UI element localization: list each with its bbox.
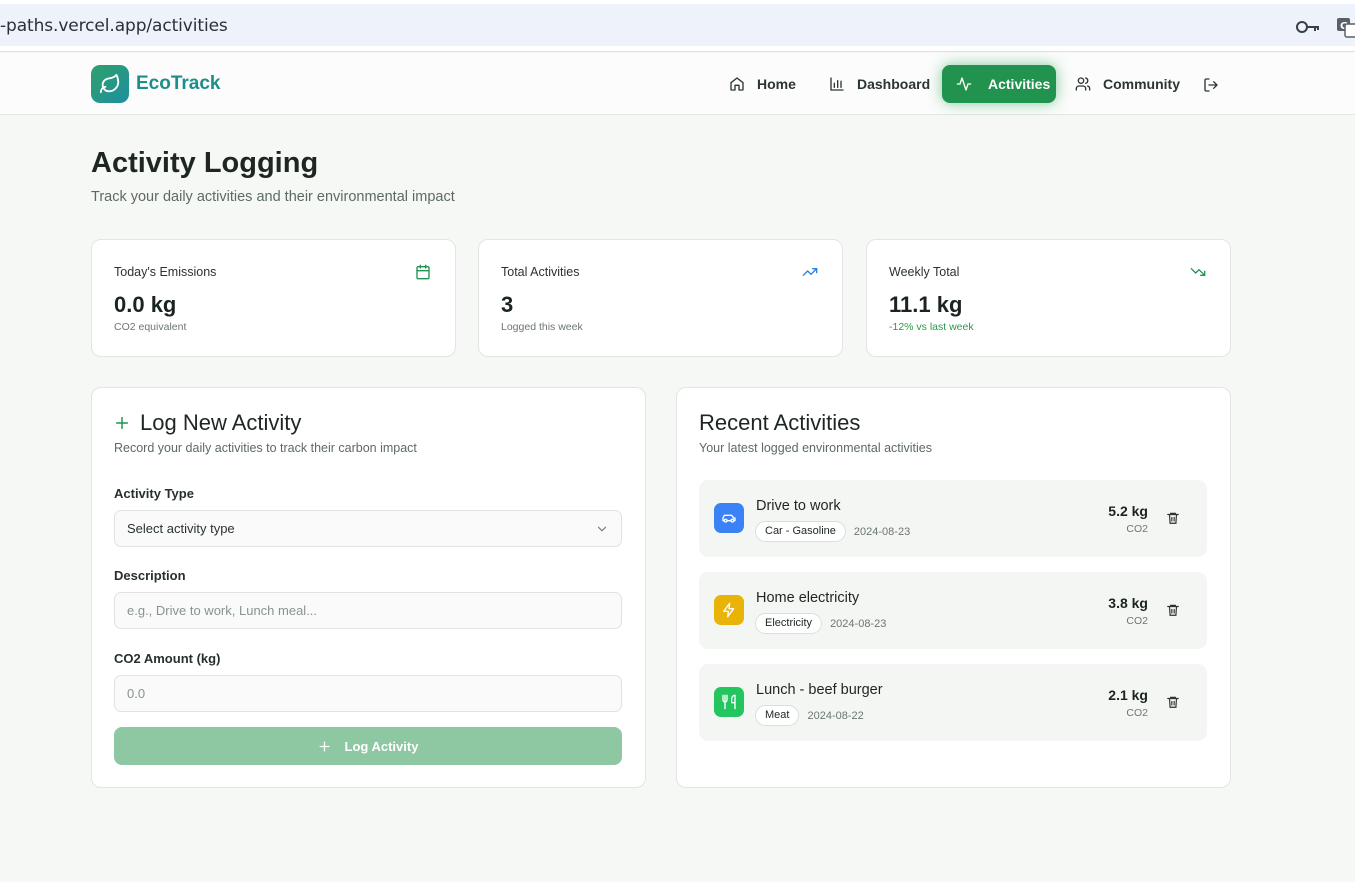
co2-amount-input[interactable] (114, 675, 622, 712)
activity-title: Home electricity (756, 590, 860, 606)
calendar-icon (416, 264, 430, 280)
trending-up-icon (802, 268, 818, 276)
chevron-down-icon (597, 526, 607, 531)
page-subtitle: Track your daily activities and their en… (91, 189, 455, 205)
panel-subtitle: Record your daily activities to track th… (114, 441, 417, 455)
stat-sub: CO2 equivalent (114, 321, 187, 333)
activity-date: 2024-08-23 (853, 525, 911, 538)
trash-icon[interactable] (1166, 510, 1180, 526)
activity-title: Lunch - beef burger (756, 682, 883, 698)
activity-unit: CO2 (1126, 707, 1148, 719)
stat-label: Weekly Total (889, 265, 960, 279)
activity-meta: Car - Gasoline 2024-08-23 (755, 521, 910, 542)
stat-card-todays-emissions: Today's Emissions 0.0 kg CO2 equivalent (91, 239, 456, 357)
description-input[interactable] (114, 592, 622, 629)
stat-sub: -12% vs last week (889, 321, 974, 333)
app-header: EcoTrack Home Dashboard Activities Commu… (0, 53, 1355, 115)
activity-title: Drive to work (756, 498, 841, 514)
activity-amount: 2.1 kg (1108, 687, 1148, 703)
log-activity-button[interactable]: Log Activity (114, 727, 622, 765)
nav-home-label: Home (757, 76, 796, 92)
activity-icon-tile (714, 687, 744, 717)
stat-card-total-activities: Total Activities 3 Logged this week (478, 239, 843, 357)
co2-amount-label: CO2 Amount (kg) (114, 651, 221, 666)
activity-amount: 5.2 kg (1108, 503, 1148, 519)
activity-tag: Car - Gasoline (755, 521, 846, 542)
logout-button[interactable] (1203, 76, 1219, 94)
address-bar[interactable]: -paths.vercel.app/activities G (0, 4, 1355, 46)
panel-title: Recent Activities (699, 410, 860, 436)
nav-community-label: Community (1103, 76, 1180, 92)
users-icon (1075, 77, 1091, 91)
plus-icon (115, 416, 129, 430)
nav-activities-label: Activities (988, 76, 1051, 92)
nav-dashboard[interactable]: Dashboard (829, 65, 930, 103)
activity-tag: Meat (755, 705, 800, 726)
lightning-icon (723, 602, 735, 618)
activity-type-label: Activity Type (114, 486, 194, 501)
panel-title: Log New Activity (114, 410, 301, 436)
logo[interactable] (91, 65, 129, 103)
activity-item: Home electricity Electricity 2024-08-23 … (699, 572, 1207, 649)
stat-value: 11.1 kg (889, 292, 963, 317)
translate-icon[interactable]: G (1336, 16, 1355, 38)
leaf-icon (99, 73, 120, 94)
stat-card-weekly-total: Weekly Total 11.1 kg -12% vs last week (866, 239, 1231, 357)
stat-value: 0.0 kg (114, 292, 177, 317)
nav-community[interactable]: Community (1075, 65, 1180, 103)
activity-date: 2024-08-22 (807, 709, 864, 722)
activity-pulse-icon (956, 77, 972, 91)
activity-type-value: Select activity type (127, 521, 235, 536)
activity-icon-tile (714, 595, 744, 625)
activity-date: 2024-08-23 (830, 617, 887, 630)
activity-unit: CO2 (1126, 615, 1148, 627)
plus-icon (319, 741, 330, 751)
log-activity-button-label: Log Activity (344, 738, 419, 754)
panel-subtitle: Your latest logged environmental activit… (699, 441, 933, 455)
bar-chart-icon (830, 77, 844, 91)
nav-home[interactable]: Home (729, 65, 796, 103)
panel-title-text: Recent Activities (699, 410, 861, 435)
page-title: Activity Logging (91, 147, 319, 179)
activity-meta: Meat 2024-08-22 (755, 705, 864, 726)
activity-unit: CO2 (1126, 523, 1148, 535)
activity-meta: Electricity 2024-08-23 (755, 613, 886, 634)
panel-title-text: Log New Activity (140, 410, 302, 435)
utensils-icon (722, 694, 736, 710)
stat-sub: Logged this week (501, 321, 583, 333)
trash-icon[interactable] (1166, 694, 1180, 710)
activity-tag: Electricity (755, 613, 823, 634)
activity-item: Lunch - beef burger Meat 2024-08-22 2.1 … (699, 664, 1207, 741)
activity-item: Drive to work Car - Gasoline 2024-08-23 … (699, 480, 1207, 557)
nav-activities[interactable]: Activities (942, 65, 1056, 103)
recent-activities-panel: Recent Activities Your latest logged env… (676, 387, 1231, 788)
log-activity-panel: Log New Activity Record your daily activ… (91, 387, 646, 788)
trash-icon[interactable] (1166, 602, 1180, 618)
key-icon[interactable] (1295, 18, 1321, 36)
stat-label: Today's Emissions (114, 265, 217, 279)
activity-type-select[interactable]: Select activity type (114, 510, 622, 547)
brand-name[interactable]: EcoTrack (136, 73, 221, 95)
description-label: Description (114, 568, 186, 583)
url-text[interactable]: -paths.vercel.app/activities (0, 16, 228, 36)
trending-down-icon (1190, 268, 1206, 276)
browser-toolbar: -paths.vercel.app/activities G (0, 0, 1355, 52)
home-icon (730, 77, 744, 91)
activity-icon-tile (714, 503, 744, 533)
car-icon (722, 514, 736, 523)
nav-dashboard-label: Dashboard (857, 76, 931, 92)
stat-value: 3 (501, 292, 514, 317)
activity-amount: 3.8 kg (1108, 595, 1148, 611)
stat-label: Total Activities (501, 265, 580, 279)
logout-icon (1204, 78, 1218, 92)
